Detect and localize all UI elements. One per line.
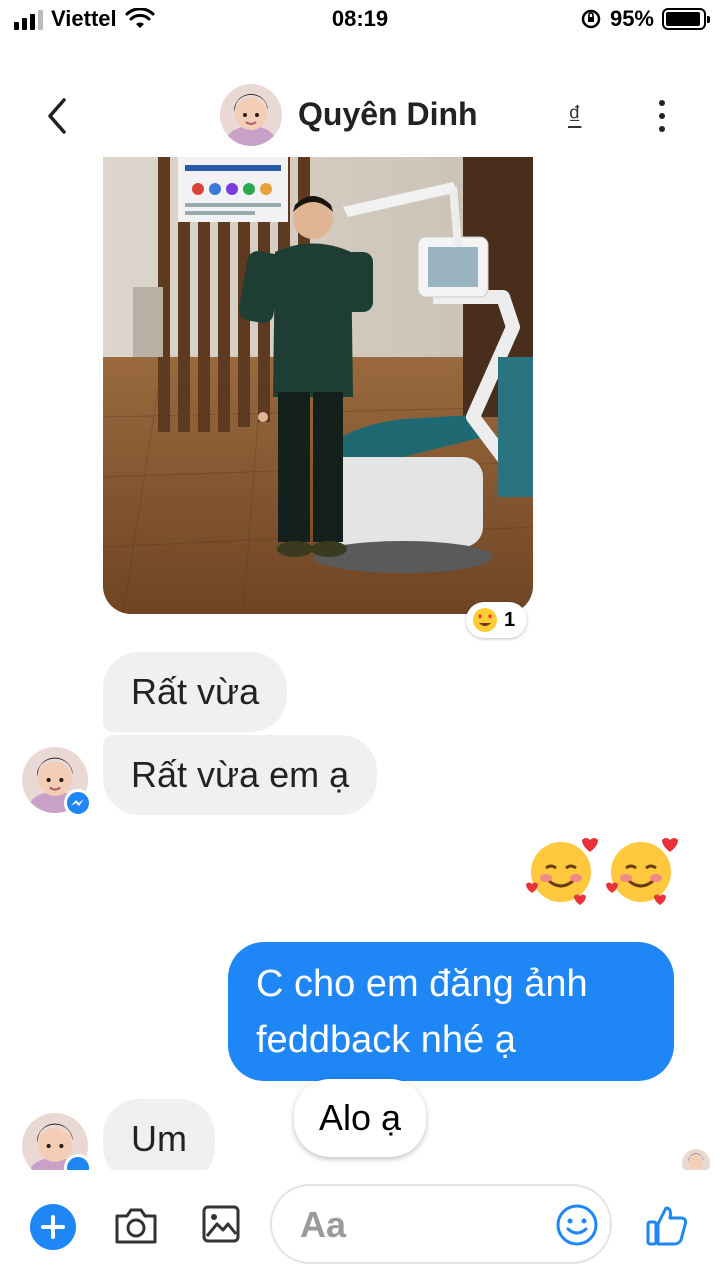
shared-photo[interactable] <box>103 157 533 614</box>
message-input-placeholder: Aa <box>300 1204 347 1245</box>
messenger-badge-icon <box>64 789 92 817</box>
currency-icon[interactable]: ₫ <box>568 100 581 131</box>
back-button[interactable] <box>38 94 78 138</box>
chat-header: Quyên Dinh ₫ <box>0 80 720 152</box>
status-bar: Viettel 08:19 95% <box>0 0 720 40</box>
emoji-message[interactable] <box>524 834 678 908</box>
reaction-count: 1 <box>504 608 516 631</box>
incoming-message[interactable]: Rất vừa em ạ <box>103 735 378 815</box>
outgoing-message[interactable]: C cho em đăng ảnh feddback nhé ạ <box>228 942 674 1081</box>
message-input[interactable]: Aa <box>270 1184 612 1264</box>
battery-percent: 95% <box>609 6 654 31</box>
overlay-bubble[interactable]: Alo ạ <box>294 1079 426 1157</box>
incoming-message[interactable]: Rất vừa <box>103 652 288 732</box>
smiling-face-with-hearts-icon <box>526 838 598 905</box>
contact-avatar[interactable] <box>220 84 282 146</box>
status-right: 95% <box>580 6 710 32</box>
child-portrait-image <box>220 84 282 146</box>
dental-clinic-photo <box>103 157 533 614</box>
battery-icon <box>662 8 710 30</box>
heart-eyes-emoji-icon <box>473 608 497 632</box>
camera-button[interactable] <box>113 1206 159 1246</box>
contact-name[interactable]: Quyên Dinh <box>298 96 478 133</box>
image-button[interactable] <box>201 1202 241 1246</box>
thumbs-up-button[interactable] <box>644 1202 690 1248</box>
composer-bar: Aa <box>0 1170 720 1280</box>
reaction-badge[interactable]: 1 <box>466 602 528 638</box>
orientation-lock-icon <box>581 9 601 29</box>
outgoing-message-line: C cho em đăng ảnh <box>256 963 588 1005</box>
plus-button[interactable] <box>30 1204 76 1250</box>
emoji-button[interactable] <box>554 1202 600 1248</box>
more-options-button[interactable] <box>648 96 676 136</box>
smiling-face-with-hearts-icon <box>606 838 678 905</box>
outgoing-message-line: feddback nhé ạ <box>256 1019 516 1061</box>
plus-icon <box>41 1215 65 1239</box>
